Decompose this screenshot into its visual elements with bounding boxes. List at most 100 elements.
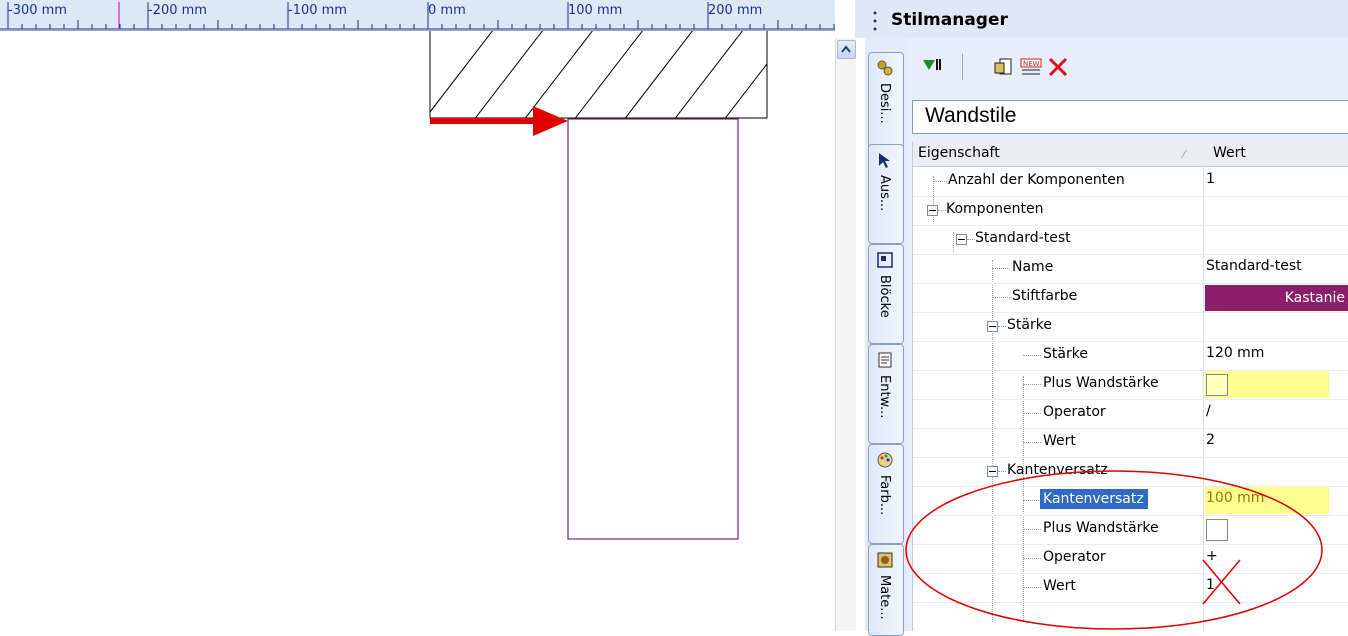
- property-name: Kantenversatz: [1007, 462, 1108, 478]
- tab-label: Farb...: [877, 475, 892, 516]
- grid-row[interactable]: Komponenten: [913, 196, 1348, 226]
- property-name: Stiftfarbe: [1012, 288, 1078, 304]
- chevron-up-icon: [841, 45, 851, 53]
- sort-icon: ⁄: [1183, 148, 1185, 161]
- property-name: Kantenversatz: [1040, 489, 1148, 509]
- horizontal-ruler: -300 mm -200 mm -100 mm 0 mm 100 mm 200 …: [0, 0, 835, 31]
- panel-title: Stilmanager: [891, 10, 1008, 30]
- toolbar-separator: [962, 54, 963, 80]
- property-value[interactable]: 2: [1206, 432, 1215, 448]
- grid-header: Eigenschaft ⁄ Wert: [913, 142, 1348, 167]
- tree-line: [992, 297, 1010, 298]
- property-name: Wert: [1043, 578, 1076, 594]
- new-style-icon[interactable]: [992, 56, 1014, 78]
- property-name: Anzahl der Komponenten: [948, 172, 1125, 188]
- grid-row[interactable]: Stärke: [913, 312, 1348, 342]
- tab-material[interactable]: Mate...: [868, 544, 904, 636]
- tab-label: Desi...: [877, 83, 892, 124]
- property-name: Plus Wandstärke: [1043, 520, 1159, 536]
- vertical-scrollbar[interactable]: [835, 38, 856, 631]
- wall-segment[interactable]: [567, 118, 739, 540]
- plus-wall-thickness-checkbox[interactable]: [1206, 519, 1228, 541]
- grid-row[interactable]: Plus Wandstärke: [913, 515, 1348, 545]
- tab-label: Mate...: [877, 575, 892, 620]
- filter-icon[interactable]: [921, 56, 943, 78]
- property-value[interactable]: +: [1206, 548, 1218, 564]
- property-value[interactable]: 1: [1206, 171, 1215, 187]
- column-header-property[interactable]: Eigenschaft: [918, 145, 1000, 161]
- property-name: Name: [1012, 259, 1054, 275]
- property-value[interactable]: 1: [1206, 577, 1215, 593]
- tab-label: Blöcke: [877, 275, 892, 318]
- property-value[interactable]: /: [1206, 403, 1211, 419]
- property-name: Plus Wandstärke: [1043, 375, 1159, 391]
- pen-color-swatch[interactable]: Kastanie: [1205, 285, 1348, 311]
- column-header-value[interactable]: Wert: [1213, 145, 1246, 161]
- tree-line: [998, 326, 1006, 327]
- material-icon: [877, 552, 893, 568]
- tab-bloecke[interactable]: Blöcke: [868, 244, 904, 344]
- property-grid[interactable]: Eigenschaft ⁄ Wert Anzahl der Komponente…: [912, 142, 1348, 631]
- tab-auswahl[interactable]: Aus...: [868, 144, 904, 244]
- delete-icon[interactable]: [1047, 56, 1069, 78]
- tree-line: [1023, 500, 1041, 501]
- grid-row[interactable]: Name Standard-test: [913, 254, 1348, 284]
- grid-row[interactable]: Stiftfarbe Kastanie: [913, 283, 1348, 313]
- grid-row[interactable]: Anzahl der Komponenten 1: [913, 167, 1348, 197]
- tree-line: [1023, 384, 1041, 385]
- tab-farben[interactable]: Farb...: [868, 444, 904, 544]
- property-name: Wert: [1043, 433, 1076, 449]
- grid-row[interactable]: Stärke 120 mm: [913, 341, 1348, 371]
- gears-icon: [877, 60, 893, 76]
- grid-row-selected[interactable]: Kantenversatz 100 mm: [913, 486, 1348, 516]
- hatched-wall[interactable]: [400, 31, 835, 151]
- panel-toolbar: NEW: [907, 38, 1348, 94]
- grid-row[interactable]: Plus Wandstärke: [913, 370, 1348, 400]
- wall-outline: [429, 31, 768, 119]
- property-name: Stärke: [1043, 346, 1088, 362]
- rename-icon[interactable]: NEW: [1020, 56, 1042, 78]
- property-value[interactable]: Standard-test: [1206, 258, 1302, 274]
- tab-design[interactable]: Desi...: [868, 52, 904, 154]
- blocks-icon: [877, 252, 893, 268]
- grid-row[interactable]: Standard-test: [913, 225, 1348, 255]
- grid-row[interactable]: Kantenversatz: [913, 457, 1348, 487]
- ruler-label: -100 mm: [288, 3, 347, 18]
- property-name: Komponenten: [946, 201, 1044, 217]
- tree-line: [1023, 587, 1041, 588]
- panel-titlebar: Stilmanager: [855, 0, 1348, 38]
- property-name: Standard-test: [975, 230, 1071, 246]
- collapse-icon[interactable]: [927, 205, 938, 216]
- ruler-label: -200 mm: [148, 3, 207, 18]
- pen-color-name: Kastanie: [1284, 290, 1345, 306]
- property-value[interactable]: 120 mm: [1206, 345, 1264, 361]
- grid-row[interactable]: Wert 1: [913, 573, 1348, 603]
- style-name-field[interactable]: Wandstile: [912, 100, 1348, 134]
- scroll-up-button[interactable]: [837, 40, 856, 59]
- tree-line: [1023, 355, 1041, 356]
- plus-wall-thickness-checkbox[interactable]: [1206, 374, 1228, 396]
- document-icon: [878, 352, 892, 368]
- cursor-icon: [879, 153, 890, 168]
- drawing-canvas[interactable]: [0, 31, 835, 631]
- red-arrow: [430, 106, 568, 136]
- drawing-svg: [400, 31, 835, 540]
- tree-line: [1023, 413, 1041, 414]
- property-value[interactable]: 100 mm: [1206, 490, 1264, 506]
- grip-icon[interactable]: [873, 10, 877, 32]
- ruler-label: -300 mm: [8, 3, 67, 18]
- ruler-label: 100 mm: [568, 3, 623, 18]
- collapse-icon[interactable]: [987, 466, 998, 477]
- collapse-icon[interactable]: [987, 321, 998, 332]
- tree-line: [933, 181, 947, 182]
- property-name: Operator: [1043, 404, 1106, 420]
- side-tabs: Desi... Aus... Blöcke Entw... Farb... Ma…: [865, 38, 907, 636]
- grid-row[interactable]: Operator /: [913, 399, 1348, 429]
- grid-row[interactable]: Wert 2: [913, 428, 1348, 458]
- style-manager-panel: NEW Wandstile Eigenschaft ⁄ Wert Anzahl …: [907, 38, 1348, 631]
- grid-row[interactable]: Operator +: [913, 544, 1348, 574]
- collapse-icon[interactable]: [956, 234, 967, 245]
- tab-entwurf[interactable]: Entw...: [868, 344, 904, 444]
- tree-line: [1023, 442, 1041, 443]
- ruler-label: 0 mm: [428, 3, 466, 18]
